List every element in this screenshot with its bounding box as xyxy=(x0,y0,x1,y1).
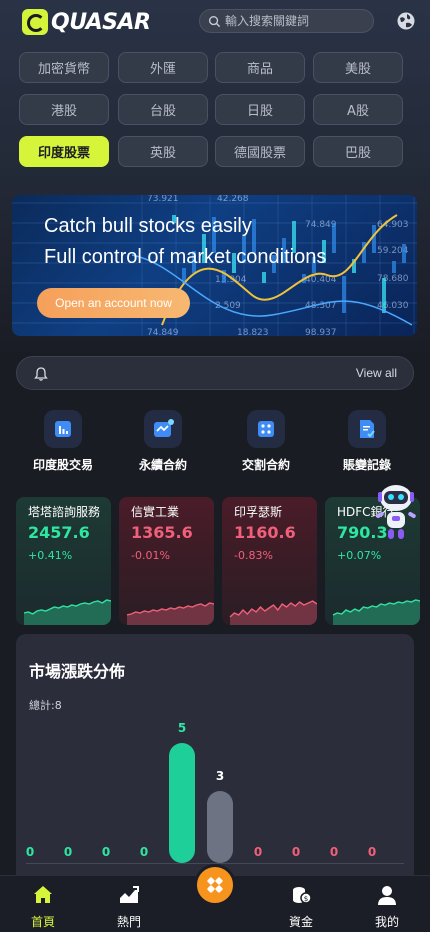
category-tab[interactable]: A股 xyxy=(313,94,403,125)
stock-change: +0.41% xyxy=(28,549,73,562)
trade-center-button[interactable] xyxy=(194,864,236,906)
category-tab[interactable]: 英股 xyxy=(118,136,208,167)
promo-banner[interactable]: 73.921 42.268 64.903 74.849 59.204 40.404 78.6… xyxy=(12,195,417,336)
robot-mascot-icon[interactable] xyxy=(370,482,422,544)
home-icon xyxy=(34,886,52,903)
stock-price: 2457.6 xyxy=(28,523,90,542)
distribution-bar-value: 0 xyxy=(63,845,73,859)
distribution-bar-value: 0 xyxy=(25,845,35,859)
stock-change: -0.83% xyxy=(234,549,273,562)
record-icon xyxy=(348,410,386,448)
stock-card-carousel: 塔塔諮詢服務 2457.6 +0.41% 信實工業 1365.6 -0.01% 印孚瑟斯 11… xyxy=(16,497,430,625)
search-bar[interactable] xyxy=(199,9,374,33)
quick-action-label: 交割合約 xyxy=(241,458,290,472)
banner-bg-number: 74.849 xyxy=(147,328,179,336)
distribution-bar-value: 3 xyxy=(215,769,225,783)
stock-price: 1365.6 xyxy=(131,523,193,542)
trade-center-icon xyxy=(207,877,223,893)
banner-bg-number: 42.268 xyxy=(217,195,249,204)
quick-action-label: 賬變記錄 xyxy=(342,458,391,472)
svg-text:$: $ xyxy=(304,895,308,903)
sparkline-chart xyxy=(332,599,420,625)
category-tab[interactable]: 外匯 xyxy=(118,52,208,83)
tab-label: 熱門 xyxy=(116,915,141,929)
category-tab[interactable]: 商品 xyxy=(215,52,305,83)
banner-headline-1: Catch bull stocks easily xyxy=(44,215,252,237)
distribution-bar-value: 0 xyxy=(329,845,339,859)
stock-change: -0.01% xyxy=(131,549,170,562)
coins-icon: $ xyxy=(293,887,312,904)
quick-action-perpetual[interactable]: 永續合約 xyxy=(113,410,213,473)
tab-funds[interactable]: $ 資金 xyxy=(261,876,341,932)
stock-name: 信實工業 xyxy=(131,505,180,519)
stock-card[interactable]: 信實工業 1365.6 -0.01% xyxy=(119,497,214,625)
distribution-bar-value: 0 xyxy=(253,845,263,859)
tab-profile[interactable]: 我的 xyxy=(347,876,427,932)
category-tab[interactable]: 日股 xyxy=(215,94,305,125)
distribution-bar xyxy=(207,791,233,863)
tab-label: 資金 xyxy=(288,915,313,929)
search-icon xyxy=(208,15,221,27)
stock-card[interactable]: 塔塔諮詢服務 2457.6 +0.41% xyxy=(16,497,111,625)
banner-bg-number: 98.937 xyxy=(305,328,337,336)
distribution-bar xyxy=(169,743,195,863)
distribution-bar-value: 0 xyxy=(101,845,111,859)
stock-name: 印孚瑟斯 xyxy=(234,505,283,519)
bell-icon xyxy=(34,367,48,381)
logo[interactable]: QUASAR xyxy=(22,8,151,36)
sparkline-chart xyxy=(126,602,214,625)
banner-bg-number: 73.921 xyxy=(147,195,179,204)
view-all-link[interactable]: View all xyxy=(356,366,397,380)
banner-bg-number: 64.903 xyxy=(377,220,409,230)
quick-action-label: 印度股交易 xyxy=(32,458,93,472)
distribution-bar-value: 5 xyxy=(177,721,187,735)
quick-action-delivery[interactable]: 交割合約 xyxy=(216,410,316,473)
distribution-total: 總計:8 xyxy=(29,699,62,712)
category-tab[interactable]: 港股 xyxy=(19,94,109,125)
stock-price: 1160.6 xyxy=(234,523,296,542)
stock-change: +0.07% xyxy=(337,549,382,562)
quick-action-label: 永續合約 xyxy=(138,458,187,472)
tab-label: 首頁 xyxy=(30,915,55,929)
stock-name: 塔塔諮詢服務 xyxy=(28,505,101,519)
trend-icon xyxy=(144,410,182,448)
logo-text: QUASAR xyxy=(51,9,151,35)
market-distribution-panel: 市場漲跌分佈 總計:8 0 0 0 0 5 3 0 0 0 0 xyxy=(16,634,414,884)
banner-bg-number: 18.823 xyxy=(237,328,269,336)
dice-icon xyxy=(247,410,285,448)
distribution-bar-value: 0 xyxy=(367,845,377,859)
header: QUASAR xyxy=(0,0,430,44)
sparkline-chart xyxy=(229,600,317,625)
tab-hot[interactable]: 熱門 xyxy=(89,876,169,932)
logo-icon xyxy=(22,9,48,35)
category-tab[interactable]: 德國股票 xyxy=(215,136,305,167)
announcement-bar[interactable]: View all xyxy=(16,356,414,390)
tab-label: 我的 xyxy=(374,915,399,929)
distribution-title: 市場漲跌分佈 xyxy=(29,662,126,681)
category-tab[interactable]: 巴股 xyxy=(313,136,403,167)
category-tab[interactable]: 加密貨幣 xyxy=(19,52,109,83)
tab-home[interactable]: 首頁 xyxy=(3,876,83,932)
banner-bg-number: 78.680 xyxy=(377,274,409,284)
quick-action-trade[interactable]: 印度股交易 xyxy=(13,410,113,473)
distribution-bar-value: 0 xyxy=(139,845,149,859)
globe-icon[interactable] xyxy=(396,11,416,31)
stock-card[interactable]: 印孚瑟斯 1160.6 -0.83% xyxy=(222,497,317,625)
search-input[interactable] xyxy=(225,14,365,28)
category-tab[interactable]: 美股 xyxy=(313,52,403,83)
distribution-bar-value: 0 xyxy=(291,845,301,859)
category-tab[interactable]: 印度股票 xyxy=(19,136,109,167)
user-icon xyxy=(378,886,396,905)
banner-headline-2: Full control of market conditions xyxy=(44,246,327,268)
open-account-button[interactable]: Open an account now xyxy=(37,288,190,318)
quick-action-records[interactable]: 賬變記錄 xyxy=(317,410,417,473)
sparkline-chart xyxy=(23,599,111,625)
chart-bar-icon xyxy=(44,410,82,448)
category-tab[interactable]: 台股 xyxy=(118,94,208,125)
hot-chart-icon xyxy=(120,886,139,903)
